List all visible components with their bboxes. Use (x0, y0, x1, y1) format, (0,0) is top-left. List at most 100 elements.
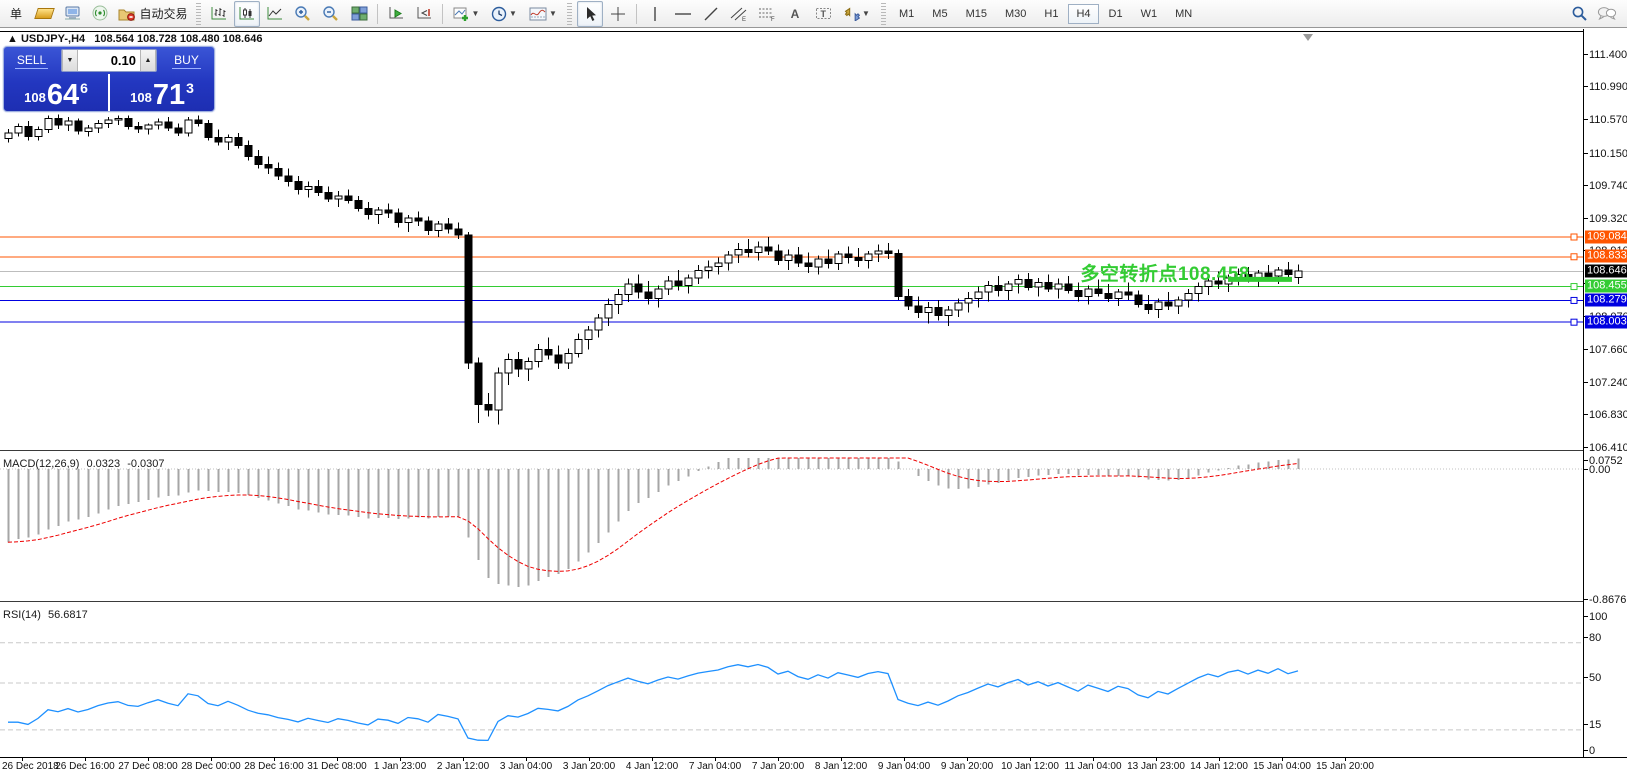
gold-block-icon[interactable] (31, 1, 57, 27)
axis-tick-label: -0.8676 (1589, 594, 1626, 606)
buy-button[interactable]: BUY (159, 52, 214, 69)
toolbar-grip[interactable] (881, 3, 886, 25)
indicators-button[interactable]: ▼ (448, 1, 484, 27)
crosshair-button[interactable] (605, 1, 631, 27)
price-line-label: 108.455 (1585, 280, 1627, 293)
line-chart-button[interactable] (262, 1, 288, 27)
pivot-annotation-text[interactable]: 多空转折点108.458 (1048, 259, 1250, 286)
time-tick-label: 2 Jan 12:00 (437, 761, 489, 772)
fibonacci-button[interactable]: F (754, 1, 780, 27)
candlestick-chart[interactable] (0, 29, 1583, 450)
rsi-pane[interactable]: RSI(14) 56.6817 (0, 606, 1583, 757)
toolbar-grip[interactable] (196, 3, 201, 25)
timeframe-MN[interactable]: MN (1167, 4, 1200, 24)
axis-tick-label: 109.320 (1589, 213, 1627, 225)
signal-icon[interactable] (87, 1, 113, 27)
axis-tick (1584, 119, 1588, 120)
axis-tick (1584, 447, 1588, 448)
rsi-chart[interactable] (0, 606, 1583, 757)
text-button[interactable]: A (782, 1, 808, 27)
macd-chart[interactable] (0, 455, 1583, 601)
axis-tick (1584, 637, 1588, 638)
zoom-out-button[interactable] (318, 1, 344, 27)
templates-button[interactable]: ▼ (524, 1, 562, 27)
timeframe-D1[interactable]: D1 (1101, 4, 1131, 24)
volume-decrease-button[interactable]: ▼ (62, 50, 78, 71)
timeframe-M5[interactable]: M5 (924, 4, 955, 24)
axis-tick (1584, 185, 1588, 186)
bar-chart-button[interactable] (206, 1, 232, 27)
trendline-button[interactable] (698, 1, 724, 27)
current-price-label: 108.646 (1585, 265, 1627, 278)
sell-price[interactable]: 108 64 6 (4, 74, 108, 111)
scroll-position-marker[interactable] (1303, 34, 1313, 41)
text-label-button[interactable]: T (810, 1, 836, 27)
trendline-icon (703, 6, 719, 22)
chat-button[interactable] (1594, 1, 1620, 27)
tile-windows-button[interactable] (346, 1, 372, 27)
timeframe-M1[interactable]: M1 (891, 4, 922, 24)
horizontal-line-button[interactable] (670, 1, 696, 27)
axis-tick (1584, 382, 1588, 383)
timeframe-W1[interactable]: W1 (1133, 4, 1166, 24)
vertical-line-icon (648, 6, 662, 22)
arrow-objects-button[interactable]: ▼ (838, 1, 876, 27)
price-line-label: 108.003 (1585, 316, 1627, 329)
vertical-line-button[interactable] (642, 1, 668, 27)
search-button[interactable] (1566, 1, 1592, 27)
auto-scroll-icon (388, 6, 405, 21)
new-order-label: 单 (10, 5, 22, 22)
axis-tick-label: 107.660 (1589, 344, 1627, 356)
candlestick-chart-icon (239, 6, 255, 21)
auto-trading-button[interactable]: 自动交易 (115, 1, 191, 27)
dropdown-arrow-icon: ▼ (472, 9, 480, 18)
cursor-button[interactable] (577, 1, 603, 27)
axis-tick (1584, 724, 1588, 725)
timeframe-M30[interactable]: M30 (997, 4, 1034, 24)
auto-scroll-button[interactable] (383, 1, 409, 27)
time-tick-label: 13 Jan 23:00 (1127, 761, 1185, 772)
volume-input[interactable] (78, 52, 140, 69)
price-line-label: 109.084 (1585, 231, 1627, 244)
axis-tick-label: 15 (1589, 719, 1601, 731)
toolbar-separator (377, 4, 378, 24)
crosshair-icon (610, 6, 626, 22)
axis-tick (1584, 153, 1588, 154)
zoom-in-button[interactable] (290, 1, 316, 27)
candlestick-chart-button[interactable] (234, 1, 260, 27)
axis-tick-label: 109.740 (1589, 180, 1627, 192)
time-axis[interactable]: 26 Dec 201826 Dec 16:0027 Dec 08:0028 De… (0, 757, 1627, 774)
time-tick-label: 3 Jan 04:00 (500, 761, 552, 772)
price-axis[interactable]: 111.400110.990110.570110.150109.740109.3… (1583, 29, 1627, 757)
equidistant-channel-button[interactable]: E (726, 1, 752, 27)
macd-pane[interactable]: MACD(12,26,9) 0.0323 -0.0307 (0, 455, 1583, 601)
shift-chart-icon (416, 6, 433, 21)
timeframe-M15[interactable]: M15 (958, 4, 995, 24)
periods-button[interactable]: ▼ (486, 1, 522, 27)
price-chart-pane[interactable]: ▲ USDJPY-,H4 108.564 108.728 108.480 108… (0, 29, 1583, 450)
time-tick-label: 9 Jan 04:00 (878, 761, 930, 772)
timeframe-H1[interactable]: H1 (1036, 4, 1066, 24)
shift-chart-button[interactable] (411, 1, 437, 27)
equidistant-channel-icon: E (730, 6, 748, 22)
dropdown-arrow-icon: ▼ (509, 9, 517, 18)
toolbar-grip[interactable] (567, 3, 572, 25)
time-tick-label: 3 Jan 20:00 (563, 761, 615, 772)
dropdown-arrow-icon: ▼ (862, 9, 870, 18)
clock-icon (491, 6, 507, 22)
svg-text:E: E (742, 17, 746, 22)
new-order-button[interactable]: 单 (3, 1, 29, 27)
axis-tick (1584, 460, 1588, 461)
macd-main-value: 0.0323 (86, 458, 120, 470)
buy-price[interactable]: 108 71 3 (110, 74, 214, 111)
terminal-icon[interactable] (59, 1, 85, 27)
axis-tick (1584, 599, 1588, 600)
axis-tick (1584, 54, 1588, 55)
sell-button[interactable]: SELL (4, 52, 59, 69)
tile-windows-icon (351, 6, 368, 21)
horizontal-line-icon (674, 7, 692, 21)
timeframe-H4[interactable]: H4 (1068, 4, 1098, 24)
auto-trading-icon (118, 7, 136, 21)
line-chart-icon (267, 6, 283, 21)
volume-increase-button[interactable]: ▲ (140, 50, 156, 71)
